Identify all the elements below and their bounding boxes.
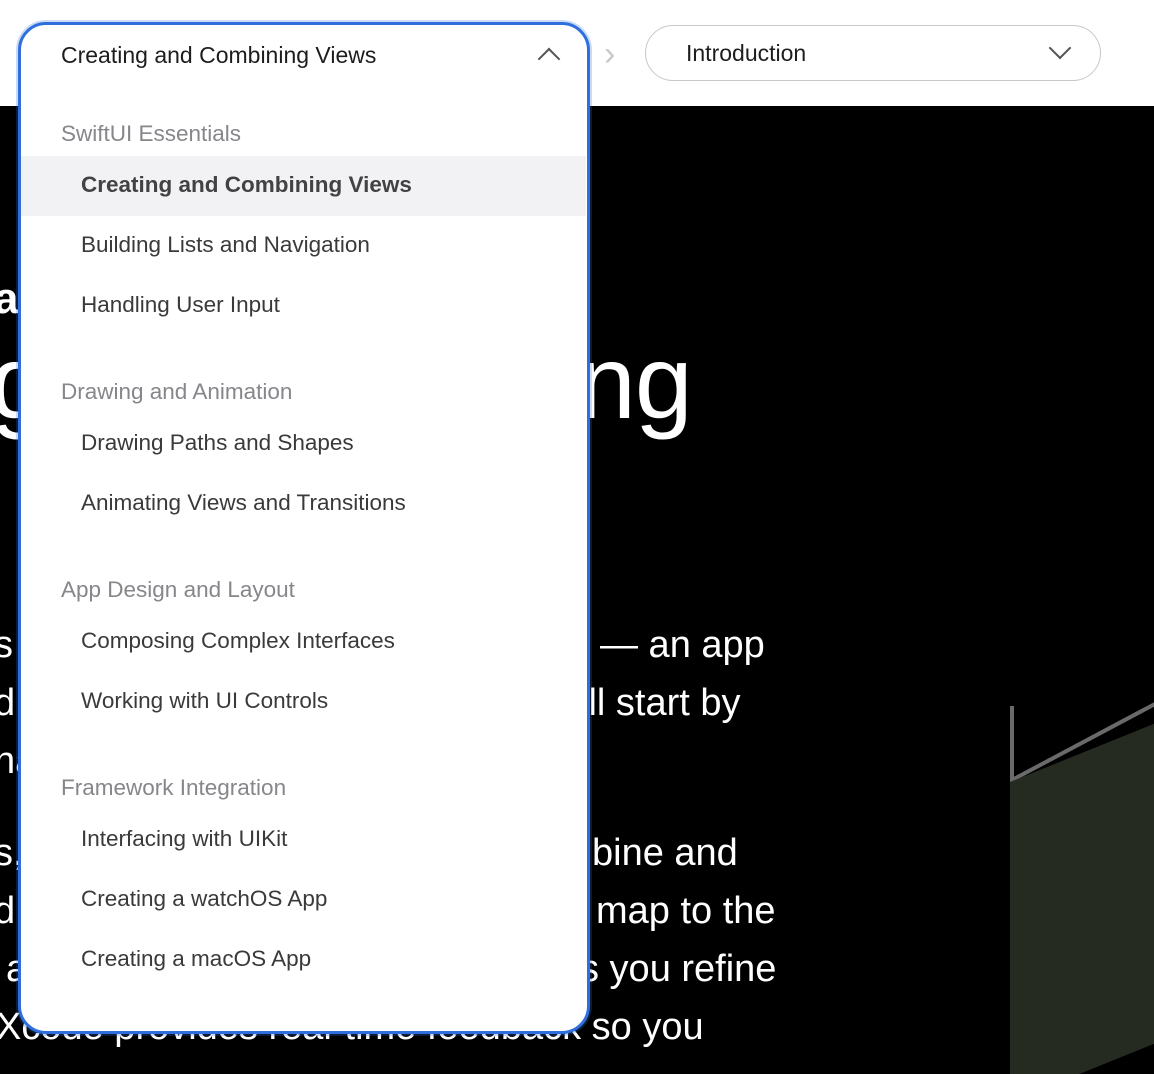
project-dropdown[interactable]: Creating and Combining Views SwiftUI Ess… bbox=[18, 22, 590, 1034]
menu-item-label: Interfacing with UIKit bbox=[81, 826, 288, 851]
hero-text-fragment: d bbox=[0, 890, 16, 932]
hero-text-fragment: s you refine bbox=[580, 948, 777, 990]
menu-item-label: Building Lists and Navigation bbox=[81, 232, 370, 257]
hero-text-fragment: — an app bbox=[600, 624, 765, 666]
breadcrumb-separator-icon: › bbox=[604, 35, 616, 73]
hero-text-fragment: s bbox=[0, 624, 13, 666]
menu-item-label: Creating a macOS App bbox=[81, 946, 312, 971]
decorative-shape bbox=[1010, 701, 1154, 1074]
group-title-drawing-and-animation: Drawing and Animation bbox=[61, 379, 293, 404]
menu-item-label: Animating Views and Transitions bbox=[81, 490, 406, 515]
menu-item-creating-a-macos-app[interactable]: Creating a macOS App bbox=[21, 930, 586, 990]
hero-text-fragment: map to the bbox=[596, 890, 776, 932]
group-title-framework-integration: Framework Integration bbox=[61, 775, 287, 800]
hero-eyebrow-fragment: a bbox=[0, 274, 19, 323]
menu-item-label: Handling User Input bbox=[81, 292, 280, 317]
section-select[interactable]: Introduction bbox=[645, 25, 1101, 81]
menu-item-drawing-paths-and-shapes[interactable]: Drawing Paths and Shapes bbox=[21, 414, 586, 474]
menu-item-creating-and-combining-views[interactable]: Creating and Combining Views bbox=[21, 156, 586, 216]
menu-item-handling-user-input[interactable]: Handling User Input bbox=[21, 276, 586, 336]
menu-item-composing-complex-interfaces[interactable]: Composing Complex Interfaces bbox=[21, 612, 586, 672]
menu-item-label: Creating and Combining Views bbox=[81, 172, 412, 197]
menu-item-label: Working with UI Controls bbox=[81, 688, 329, 713]
hero-text-fragment: bine and bbox=[592, 832, 738, 874]
menu-item-label: Drawing Paths and Shapes bbox=[81, 430, 354, 455]
menu-item-label: Composing Complex Interfaces bbox=[81, 628, 395, 653]
menu-item-animating-views-and-transitions[interactable]: Animating Views and Transitions bbox=[21, 474, 586, 534]
section-select-label: Introduction bbox=[686, 40, 807, 66]
project-select[interactable]: Creating and Combining Views bbox=[21, 25, 587, 89]
menu-item-building-lists-and-navigation[interactable]: Building Lists and Navigation bbox=[21, 216, 586, 276]
group-title-app-design-and-layout: App Design and Layout bbox=[61, 577, 295, 602]
menu-item-interfacing-with-uikit[interactable]: Interfacing with UIKit bbox=[21, 810, 586, 870]
project-select-label: Creating and Combining Views bbox=[61, 42, 377, 68]
group-title-swiftui-essentials: SwiftUI Essentials bbox=[61, 121, 242, 146]
hero-text-fragment: d bbox=[0, 682, 16, 724]
menu-item-label: Creating a watchOS App bbox=[81, 886, 328, 911]
chevron-down-icon bbox=[1048, 36, 1072, 60]
hero-text-fragment: ’ll start by bbox=[580, 682, 741, 724]
menu-item-working-with-ui-controls[interactable]: Working with UI Controls bbox=[21, 672, 586, 732]
chevron-up-icon[interactable] bbox=[537, 47, 561, 71]
hero-title-right-fragment: ng bbox=[578, 325, 693, 441]
menu-item-creating-a-watchos-app[interactable]: Creating a watchOS App bbox=[21, 870, 586, 930]
